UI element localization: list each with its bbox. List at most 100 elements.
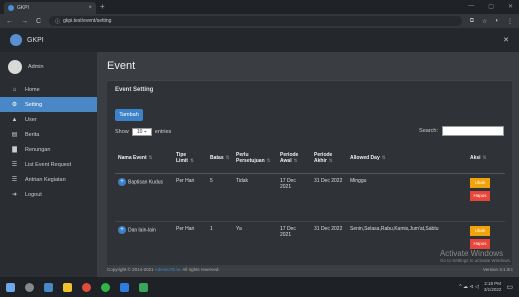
profile-icon[interactable]: ◐ <box>495 18 499 25</box>
search-input[interactable] <box>442 126 504 136</box>
search-box: Search: <box>419 126 504 136</box>
activation-watermark: Activate Windows Go to Settings to activ… <box>440 249 511 263</box>
cell-allowed-day: Minggu <box>347 173 467 222</box>
card-title: Event Setting <box>115 87 154 93</box>
start-icon[interactable] <box>6 282 15 292</box>
menu-icon[interactable]: ⋮ <box>507 18 513 25</box>
edit-button[interactable]: Ubah <box>470 177 490 188</box>
edit-button[interactable]: Ubah <box>470 225 490 236</box>
cell-perlu-persetujuan: Tidak <box>233 173 277 222</box>
watermark-title: Activate Windows <box>439 249 504 258</box>
sidebar-item-label: Logout <box>25 191 42 198</box>
entries-select[interactable]: 10 ÷ <box>131 128 152 136</box>
sidebar-item-home[interactable]: ⌂ Home <box>0 82 97 97</box>
vscode-icon[interactable] <box>120 282 129 292</box>
share-icon[interactable]: ⧉ <box>470 18 474 25</box>
tab-close-icon[interactable]: × <box>88 5 92 11</box>
cell-tipe-limit: Per Hari <box>173 173 207 222</box>
footer-rights: All rights reserved. <box>182 267 220 272</box>
cell-batas: 5 <box>207 173 233 222</box>
browser-tab[interactable]: GKPI × <box>4 2 96 14</box>
footer: Copyright © 2014-2021 AdminLTE.io. All r… <box>107 267 220 272</box>
sidebar-item-label: Renungan <box>25 146 51 153</box>
search-icon[interactable] <box>25 282 34 292</box>
file-explorer-icon[interactable] <box>63 282 72 292</box>
sidebar-item-label: Berita <box>25 131 40 138</box>
sidebar-item-user[interactable]: ▲ User <box>0 112 97 127</box>
gear-icon: ⚙ <box>11 102 18 108</box>
sidebar-item-logout[interactable]: ➜ Logout <box>0 187 97 202</box>
sidebar-item-setting[interactable]: ⚙ Setting <box>0 97 97 112</box>
forward-button[interactable]: → <box>21 18 28 25</box>
bookmark-star-icon[interactable]: ☆ <box>482 18 487 25</box>
task-view-icon[interactable] <box>44 282 53 292</box>
close-icon[interactable]: ✕ <box>503 36 509 44</box>
col-aksi[interactable]: Aksi ⇅ <box>467 143 505 174</box>
add-event-button[interactable]: Tambah <box>115 109 143 121</box>
chrome-icon[interactable] <box>82 282 91 292</box>
expand-row-icon[interactable]: + <box>118 225 126 234</box>
sidebar-item-label: User <box>25 116 37 123</box>
back-button[interactable]: ← <box>6 18 13 25</box>
list-icon: ☰ <box>11 162 18 168</box>
maximize-button[interactable]: ▢ <box>488 3 494 10</box>
col-batas[interactable]: Batas ⇅ <box>207 143 233 174</box>
cell-perlu-persetujuan: Ya <box>233 221 277 270</box>
cell-batas: 1 <box>207 221 233 270</box>
excel-icon[interactable] <box>139 282 148 292</box>
sidebar-item-label: List Event Request <box>25 161 72 168</box>
show-entries: Show 10 ÷ entries <box>115 128 171 136</box>
col-perlu-persetujuan[interactable]: Perlu Persetujuan ⇅ <box>233 143 277 174</box>
reload-button[interactable]: C <box>36 18 41 25</box>
search-label: Search: <box>419 128 438 134</box>
sidebar: Admin ⌂ Home ⚙ Setting ▲ User ▤ Berita ▇ Renungan… <box>0 52 97 277</box>
tray-icons[interactable]: ^ ☁ ⊲ ◁ <box>459 284 479 290</box>
sidebar-item-renungan[interactable]: ▇ Renungan <box>0 142 97 157</box>
page-title: Event <box>107 60 136 72</box>
cell-tipe-limit: Per Hari <box>173 221 207 270</box>
show-label: Show <box>115 129 129 135</box>
app-logo <box>10 34 22 46</box>
sidebar-item-label: Antrian Kegiatan <box>25 176 66 183</box>
col-periode-awal[interactable]: Periode Awal ⇅ <box>277 143 311 174</box>
cell-periode-awal: 17 Dec 2021 <box>277 173 311 222</box>
notification-icon[interactable]: ▭ <box>506 283 513 291</box>
app-name: GKPI <box>27 36 44 44</box>
delete-button[interactable]: Hapus <box>470 238 490 249</box>
col-allowed-day[interactable]: Allowed Day ⇅ <box>347 143 467 174</box>
clock-date: 3/1/2022 <box>483 287 502 292</box>
cell-periode-akhir: 31 Dec 2022 <box>311 221 347 270</box>
sidebar-item-berita[interactable]: ▤ Berita <box>0 127 97 142</box>
tab-title: GKPI <box>17 5 29 11</box>
sidebar-item-label: Setting <box>25 101 43 108</box>
col-tipe-limit[interactable]: Tipe Limit ⇅ <box>173 143 207 174</box>
cell-periode-awal: 17 Dec 2021 <box>277 221 311 270</box>
news-icon: ▤ <box>11 132 18 138</box>
col-periode-akhir[interactable]: Periode Akhir ⇅ <box>311 143 347 174</box>
expand-row-icon[interactable]: + <box>118 177 126 186</box>
book-icon: ▇ <box>12 147 17 153</box>
minimize-button[interactable]: — <box>468 3 474 10</box>
clock[interactable]: 2:18 PM 3/1/2022 <box>484 281 502 293</box>
logout-icon: ➜ <box>11 192 18 198</box>
delete-button[interactable]: Hapus <box>470 190 490 201</box>
footer-link[interactable]: AdminLTE.io. <box>155 267 182 272</box>
col-nama-event[interactable]: Nama Event ⇅ <box>115 143 173 174</box>
sidebar-item-antrian-kegiatan[interactable]: ☰ Antrian Kegiatan <box>0 172 97 187</box>
url-field[interactable]: ⓘ gkpi.test/event/setting <box>49 16 462 26</box>
user-panel[interactable]: Admin <box>0 52 97 82</box>
whatsapp-icon[interactable] <box>101 282 110 292</box>
close-window-button[interactable]: ✕ <box>508 3 513 10</box>
table-header-row: Nama Event ⇅ Tipe Limit ⇅ Batas ⇅ Perlu Per… <box>115 143 505 174</box>
event-setting-card: Event Setting Tambah Show 10 ÷ entries S… <box>107 80 512 270</box>
sidebar-item-list-event-request[interactable]: ☰ List Event Request <box>0 157 97 172</box>
cell-nama-event: + Dan lain-lain <box>115 221 173 270</box>
footer-copyright: Copyright © 2014-2021 <box>107 267 154 272</box>
queue-icon: ☰ <box>11 177 18 183</box>
cell-nama-event: + Baptisan Kudus <box>115 173 173 222</box>
browser-actions: ⧉ ☆ ◐ ⋮ <box>470 18 513 25</box>
user-icon: ▲ <box>11 116 18 123</box>
new-tab-button[interactable]: + <box>100 2 105 11</box>
taskbar: ^ ☁ ⊲ ◁ 2:18 PM 3/1/2022 ▭ <box>0 277 519 297</box>
user-name: Admin <box>28 64 44 70</box>
